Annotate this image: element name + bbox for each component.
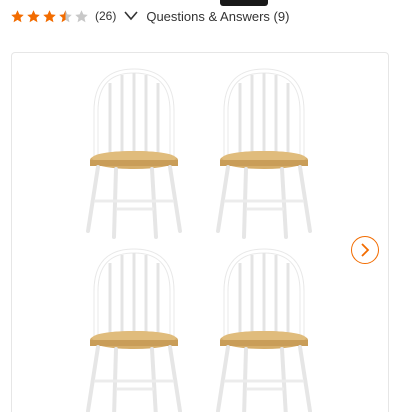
star-rating[interactable] bbox=[10, 9, 89, 24]
product-photo bbox=[12, 53, 389, 412]
questions-answers-link[interactable]: Questions & Answers (9) bbox=[146, 9, 289, 24]
next-image-button[interactable] bbox=[351, 236, 379, 264]
product-image-gallery[interactable] bbox=[11, 52, 389, 412]
star-icon bbox=[27, 9, 40, 22]
rating-row: (26) Questions & Answers (9) bbox=[10, 6, 289, 26]
empty-star-icon bbox=[75, 9, 88, 22]
star-icon bbox=[43, 9, 56, 22]
half-star-icon bbox=[59, 9, 72, 22]
review-count[interactable]: (26) bbox=[95, 9, 116, 23]
chevron-down-icon[interactable] bbox=[124, 11, 138, 21]
chevron-right-icon bbox=[361, 243, 370, 257]
star-icon bbox=[11, 9, 24, 22]
